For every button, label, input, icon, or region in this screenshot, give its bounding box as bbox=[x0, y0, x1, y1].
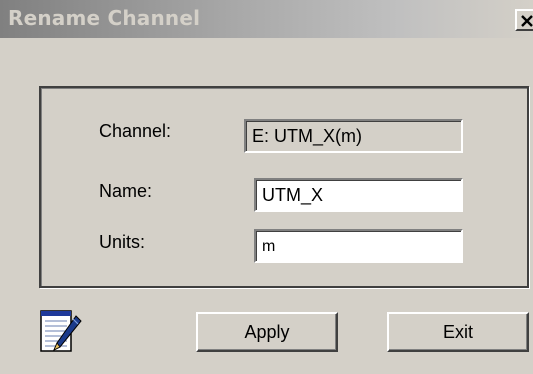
close-button[interactable] bbox=[515, 9, 533, 31]
window-title: Rename Channel bbox=[8, 6, 201, 30]
notepad-pen-icon[interactable] bbox=[40, 310, 82, 356]
apply-button[interactable]: Apply bbox=[196, 312, 338, 352]
units-input[interactable]: m bbox=[254, 229, 463, 263]
title-bar[interactable]: Rename Channel bbox=[0, 0, 533, 38]
close-icon bbox=[521, 15, 533, 27]
channel-field: E: UTM_X(m) bbox=[244, 119, 463, 153]
name-label: Name: bbox=[99, 181, 153, 201]
name-input[interactable]: UTM_X bbox=[254, 178, 463, 212]
exit-button[interactable]: Exit bbox=[387, 312, 529, 352]
rename-channel-dialog: Rename Channel Channel: E: UTM_X(m) Name… bbox=[0, 0, 533, 374]
units-label: Units: bbox=[99, 232, 146, 252]
channel-label: Channel: bbox=[99, 121, 172, 141]
